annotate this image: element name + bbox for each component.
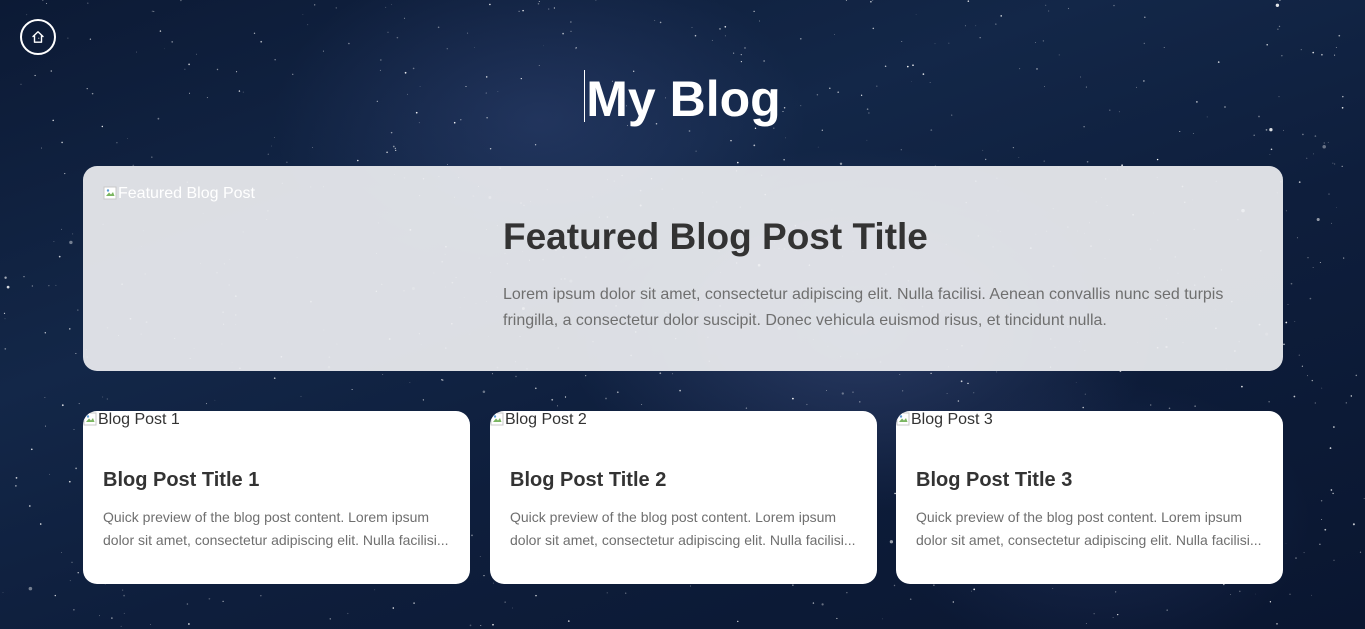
post-image: Blog Post 2 — [490, 411, 587, 429]
post-image-alt: Blog Post 2 — [505, 411, 587, 428]
page-title-text: My Blog — [586, 71, 781, 127]
featured-image-alt: Featured Blog Post — [118, 185, 255, 202]
post-preview: Quick preview of the blog post content. … — [510, 509, 856, 548]
broken-image-icon — [83, 412, 97, 426]
post-title[interactable]: Blog Post Title 1 — [103, 468, 259, 492]
post-preview: Quick preview of the blog post content. … — [103, 509, 449, 548]
home-icon — [32, 31, 44, 43]
broken-image-icon — [490, 412, 504, 426]
featured-title[interactable]: Featured Blog Post Title — [503, 216, 1263, 258]
featured-image: Featured Blog Post — [103, 185, 255, 203]
home-button[interactable] — [20, 19, 56, 55]
post-title[interactable]: Blog Post Title 2 — [510, 468, 666, 492]
post-title[interactable]: Blog Post Title 3 — [916, 468, 1072, 492]
featured-content: Featured Blog Post Title Lorem ipsum dol… — [503, 216, 1263, 334]
post-image: Blog Post 1 — [83, 411, 180, 429]
page-title: My Blog — [0, 70, 1365, 128]
broken-image-icon — [896, 412, 910, 426]
blog-post-card[interactable]: Blog Post 1 Blog Post Title 1 Quick prev… — [83, 411, 470, 584]
blog-post-card[interactable]: Blog Post 3 Blog Post Title 3 Quick prev… — [896, 411, 1283, 584]
post-image-alt: Blog Post 1 — [98, 411, 180, 428]
featured-post[interactable]: Featured Blog Post Featured Blog Post Ti… — [83, 166, 1283, 371]
post-image: Blog Post 3 — [896, 411, 993, 429]
post-image-alt: Blog Post 3 — [911, 411, 993, 428]
featured-excerpt: Lorem ipsum dolor sit amet, consectetur … — [503, 286, 1224, 329]
broken-image-icon — [103, 186, 117, 200]
post-preview: Quick preview of the blog post content. … — [916, 509, 1262, 548]
blog-post-card[interactable]: Blog Post 2 Blog Post Title 2 Quick prev… — [490, 411, 877, 584]
